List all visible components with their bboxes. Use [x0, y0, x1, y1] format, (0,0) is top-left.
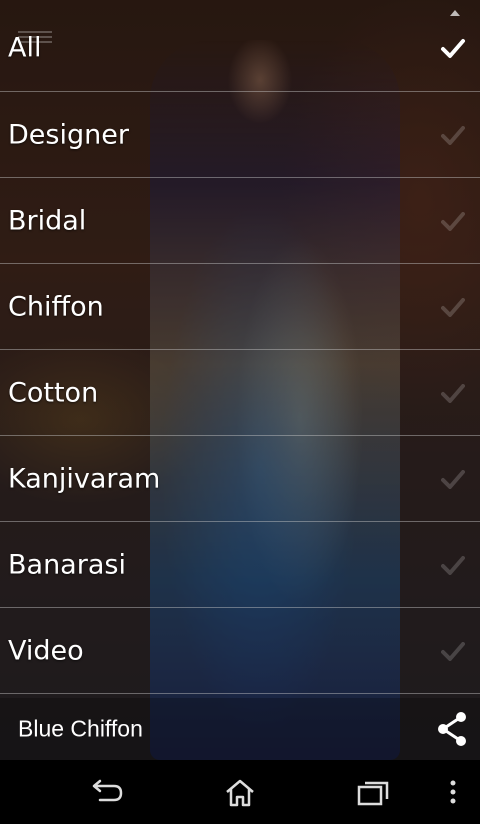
category-item-video[interactable]: Video — [0, 608, 480, 694]
category-label: Cotton — [8, 377, 99, 408]
category-label: Kanjivaram — [8, 463, 161, 494]
recent-apps-icon[interactable] — [356, 778, 390, 808]
category-item-kanjivaram[interactable]: Kanjivaram — [0, 436, 480, 522]
check-icon — [441, 39, 465, 58]
category-item-banarasi[interactable]: Banarasi — [0, 522, 480, 608]
category-item-all[interactable]: All — [0, 5, 480, 92]
category-label: Video — [8, 635, 84, 666]
category-item-bridal[interactable]: Bridal — [0, 178, 480, 264]
category-label: Banarasi — [8, 549, 126, 580]
check-icon — [441, 297, 465, 317]
check-icon — [441, 125, 465, 145]
back-icon[interactable] — [90, 778, 124, 808]
overflow-menu-icon[interactable] — [448, 778, 458, 808]
system-navigation-bar — [0, 760, 480, 824]
image-caption-bar: Blue Chiffon — [0, 698, 480, 760]
check-icon — [441, 641, 465, 661]
category-label: Bridal — [8, 205, 87, 236]
category-item-chiffon[interactable]: Chiffon — [0, 264, 480, 350]
category-label: All — [8, 32, 42, 64]
category-label: Chiffon — [8, 291, 104, 322]
category-item-designer[interactable]: Designer — [0, 92, 480, 178]
check-icon — [441, 469, 465, 489]
check-icon — [441, 211, 465, 231]
image-title: Blue Chiffon — [18, 715, 143, 742]
category-label: Designer — [8, 119, 129, 150]
category-list: All Designer Bridal Chiffon Cotton Kanji… — [0, 5, 480, 694]
sort-arrow-icon — [450, 10, 460, 16]
share-icon[interactable] — [436, 711, 468, 747]
check-icon — [441, 383, 465, 403]
check-icon — [441, 555, 465, 575]
category-item-cotton[interactable]: Cotton — [0, 350, 480, 436]
home-icon[interactable] — [224, 778, 256, 808]
